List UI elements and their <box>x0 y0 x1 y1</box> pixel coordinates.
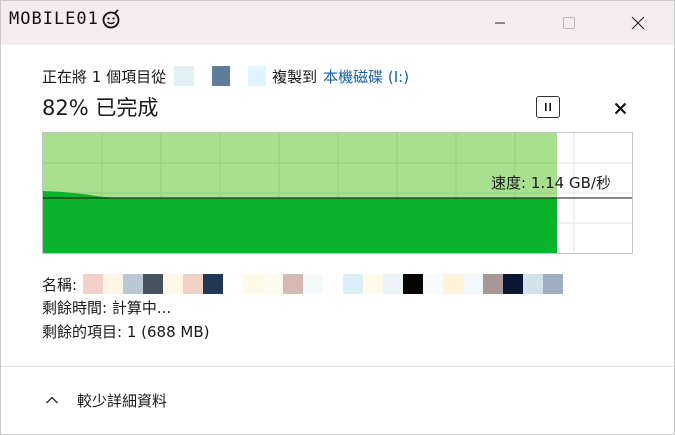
chevron-up-icon <box>45 395 59 405</box>
fewer-details-label: 較少詳細資料 <box>77 391 168 410</box>
speed-graph-canvas <box>43 133 632 253</box>
redaction-swatch <box>243 274 264 294</box>
redaction-swatch <box>303 274 324 294</box>
redaction-swatch <box>283 274 304 294</box>
speed-label: 速度: 1.14 GB/秒 <box>491 174 611 192</box>
redaction-swatch <box>263 274 284 294</box>
redaction-swatch <box>443 274 464 294</box>
cancel-icon <box>614 102 626 114</box>
redaction-swatch <box>503 274 524 294</box>
close-icon <box>631 16 645 30</box>
fewer-details-toggle[interactable]: 較少詳細資料 <box>45 389 167 411</box>
speed-area <box>43 191 557 253</box>
redaction-swatch <box>123 274 144 294</box>
redaction-swatch <box>163 274 184 294</box>
redaction-swatch <box>363 274 384 294</box>
status-prefix: 正在將 1 個項目從 <box>42 67 167 86</box>
close-button[interactable] <box>615 1 661 45</box>
redaction-swatch <box>383 274 404 294</box>
redaction-swatch <box>83 274 104 294</box>
logo-text: MOBILE01 <box>9 9 99 29</box>
copy-progress-window: MOBILE01 正在將 1 個項目從 複製到 本機磁碟 (I:) 82% 已完… <box>0 0 675 435</box>
file-name-row: 名稱: <box>42 273 564 295</box>
maximize-button[interactable] <box>546 1 592 45</box>
destination-link[interactable]: 本機磁碟 (I:) <box>323 66 409 87</box>
redaction-swatch <box>483 274 504 294</box>
source-redaction <box>174 66 267 86</box>
percent-complete: 82% 已完成 <box>42 96 159 120</box>
graph-grid-empty <box>557 133 632 253</box>
status-middle: 複製到 <box>272 67 318 86</box>
time-remaining: 剩餘時間: 計算中... <box>42 298 172 317</box>
smiley-logo-icon <box>102 9 120 29</box>
redaction-swatch <box>103 274 124 294</box>
name-label: 名稱: <box>42 275 78 294</box>
mobile01-logo: MOBILE01 <box>9 7 121 31</box>
redaction-swatch <box>323 274 344 294</box>
redaction-swatch <box>223 274 244 294</box>
minimize-button[interactable] <box>477 1 523 45</box>
minimize-icon <box>495 22 505 24</box>
cancel-button[interactable] <box>609 97 631 119</box>
redaction-swatch <box>403 274 424 294</box>
footer-divider <box>1 366 674 367</box>
redaction-swatch <box>523 274 544 294</box>
redaction-swatch <box>543 274 564 294</box>
redaction-swatch <box>183 274 204 294</box>
copy-status-line: 正在將 1 個項目從 複製到 本機磁碟 (I:) <box>42 65 409 87</box>
redaction-swatch <box>423 274 444 294</box>
redaction-swatch <box>143 274 164 294</box>
file-name-redaction <box>83 274 564 294</box>
redaction-swatch <box>463 274 484 294</box>
title-bar[interactable]: MOBILE01 <box>1 1 674 45</box>
redaction-swatch <box>203 274 224 294</box>
redaction-swatch <box>343 274 364 294</box>
maximize-icon <box>563 17 575 29</box>
transfer-speed-graph <box>42 132 633 254</box>
pause-button[interactable] <box>536 96 560 118</box>
items-remaining: 剩餘的項目: 1 (688 MB) <box>42 322 210 341</box>
pause-icon <box>545 103 551 111</box>
